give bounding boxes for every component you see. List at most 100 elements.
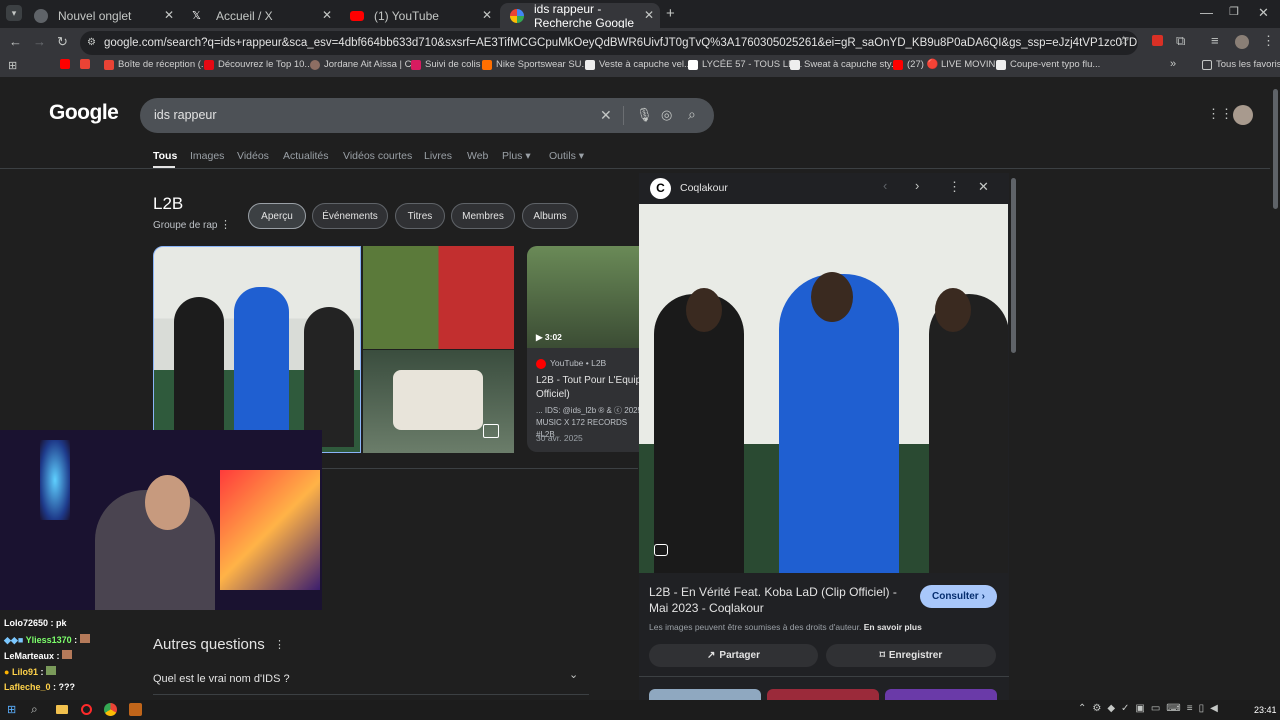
chevron-right-icon[interactable]: » [1170, 58, 1176, 70]
share-button[interactable]: ↗ Partager [649, 644, 818, 667]
bookmark-item[interactable]: Veste à capuche vel... [585, 59, 692, 70]
minimize-icon[interactable]: — [1200, 5, 1213, 20]
bookmark-item[interactable]: Coupe-vent typo flu... [996, 59, 1100, 70]
bookmark-item[interactable]: Suivi de colis [411, 59, 480, 70]
more-options-icon[interactable]: ⋮ [220, 218, 231, 231]
learn-more-link[interactable]: En savoir plus [864, 622, 922, 632]
page-scrollbar[interactable] [1270, 79, 1280, 700]
bookmark-item[interactable]: Nike Sportswear SU... [482, 59, 589, 70]
tab-books[interactable]: Livres [424, 150, 452, 162]
bookmark-item[interactable]: LYCÉE 57 - TOUS LE... [688, 59, 802, 70]
image-search-icon[interactable] [483, 424, 499, 438]
close-icon[interactable]: ✕ [322, 8, 332, 22]
chip-albums[interactable]: Albums [522, 203, 578, 229]
extensions-icon[interactable]: ⧉ [1176, 33, 1185, 49]
forward-icon[interactable]: → [33, 34, 46, 49]
image-title[interactable]: L2B - En Vérité Feat. Koba LaD (Clip Off… [649, 584, 904, 616]
tab-more[interactable]: Plus ▾ [502, 150, 531, 162]
tab-images[interactable]: Images [190, 150, 224, 162]
bookmark-star-icon[interactable]: ☆ [1118, 33, 1130, 49]
clear-icon[interactable]: ✕ [600, 107, 612, 124]
bookmarks-bar: ⊞ Boîte de réception (... Découvrez le T… [0, 56, 1280, 78]
visit-button[interactable]: Consulter › [920, 585, 997, 608]
bookmark-youtube[interactable] [60, 59, 74, 69]
chip-members[interactable]: Membres [451, 203, 515, 229]
search-icon[interactable]: ⌕ [688, 106, 696, 123]
reload-icon[interactable]: ↻ [57, 34, 68, 50]
tab-web[interactable]: Web [467, 150, 488, 162]
google-logo[interactable]: Google [49, 101, 119, 125]
search-icon[interactable]: ⌕ [31, 702, 38, 717]
menu-kebab-icon[interactable]: ⋮ [1262, 33, 1275, 49]
tab-search-icon[interactable]: ▾ [6, 5, 22, 21]
bookmark-square[interactable] [80, 59, 94, 69]
more-options-icon[interactable]: ⋮ [948, 179, 961, 195]
search-box[interactable]: ids rappeur ✕ 🎙 ◎ ⌕ [140, 98, 714, 133]
close-icon[interactable]: ✕ [164, 8, 174, 22]
chat-message: ??? [58, 682, 76, 692]
close-window-icon[interactable]: ✕ [1258, 5, 1269, 21]
related-image[interactable] [767, 689, 879, 700]
bookmark-item[interactable]: Découvrez le Top 10... [204, 59, 312, 70]
video-title[interactable]: L2B - Tout Pour L'Equipe (Clip Officiel) [536, 374, 639, 402]
bookmark-item[interactable]: Boîte de réception (... [104, 59, 209, 70]
chip-events[interactable]: Événements [312, 203, 388, 229]
panel-main-image[interactable] [639, 204, 1008, 573]
chip-overview[interactable]: Aperçu [248, 203, 306, 229]
tab-x-home[interactable]: 𝕏 Accueil / X ✕ [182, 3, 338, 28]
profile-avatar-icon[interactable] [1235, 35, 1249, 49]
address-bar[interactable]: ⚙ google.com/search?q=ids+rappeur&sca_es… [80, 31, 1138, 55]
opera-icon[interactable] [81, 704, 92, 715]
tab-videos[interactable]: Vidéos [237, 150, 269, 162]
close-icon[interactable]: ✕ [482, 8, 492, 22]
chip-tracks[interactable]: Titres [395, 203, 445, 229]
file-explorer-icon[interactable] [56, 705, 68, 714]
chevron-down-icon[interactable]: ⌄ [569, 668, 578, 681]
restore-icon[interactable]: ❐ [1229, 5, 1239, 18]
google-apps-icon[interactable]: ⋮⋮ [1207, 106, 1233, 122]
close-icon[interactable]: ✕ [644, 8, 654, 22]
close-icon[interactable]: ✕ [978, 179, 989, 195]
entity-photo-3[interactable] [363, 350, 514, 453]
app-icon[interactable] [129, 703, 142, 716]
site-info-icon[interactable]: ⚙ [87, 31, 96, 55]
tab-youtube[interactable]: (1) YouTube ✕ [340, 3, 498, 28]
related-image[interactable] [649, 689, 761, 700]
windows-start-icon[interactable]: ⊞ [7, 703, 16, 716]
tab-tools[interactable]: Outils ▾ [549, 150, 584, 162]
chevron-left-icon[interactable]: ‹ [883, 178, 887, 193]
tab-new-tab[interactable]: Nouvel onglet ✕ [24, 3, 180, 28]
extension-red-icon[interactable] [1152, 35, 1163, 46]
tab-google-search[interactable]: ids rappeur - Recherche Google ✕ [500, 2, 660, 30]
scrollbar-thumb[interactable] [1273, 89, 1278, 209]
back-icon[interactable]: ← [9, 34, 22, 49]
chrome-icon[interactable] [104, 703, 117, 716]
all-bookmarks[interactable]: Tous les favoris [1202, 59, 1280, 70]
search-input[interactable]: ids rappeur [154, 108, 217, 122]
entity-main-photo[interactable] [153, 246, 361, 453]
lens-icon[interactable] [654, 544, 668, 556]
microphone-icon[interactable]: 🎙 [636, 107, 653, 123]
tab-short-videos[interactable]: Vidéos courtes [343, 150, 412, 162]
tab-news[interactable]: Actualités [283, 150, 329, 162]
related-image[interactable] [885, 689, 997, 700]
save-button[interactable]: ⌑ Enregistrer [826, 644, 996, 667]
apps-grid-icon[interactable]: ⊞ [8, 59, 17, 72]
panel-scrollbar[interactable] [1011, 178, 1016, 353]
source-name[interactable]: Coqlakour [680, 182, 728, 194]
bookmark-item[interactable]: Sweat à capuche sty... [790, 59, 899, 70]
more-options-icon[interactable]: ⋮ [274, 638, 285, 651]
bookmark-item[interactable]: Jordane Ait Aissa | C... [310, 59, 419, 70]
tab-all[interactable]: Tous [153, 150, 177, 162]
question-item[interactable]: Quel est le vrai nom d'IDS ? ⌄ [153, 669, 589, 687]
chevron-right-icon[interactable]: › [915, 178, 919, 193]
bookmark-item[interactable]: (27) 🔴 LIVE MOVIN... [893, 59, 1003, 70]
entity-photo-2[interactable] [363, 246, 514, 349]
video-card[interactable]: ▶ 3:02 YouTube • L2B L2B - Tout Pour L'E… [527, 246, 639, 452]
new-tab-icon[interactable]: + [666, 5, 675, 22]
lens-camera-icon[interactable]: ◎ [661, 107, 672, 123]
clock[interactable]: 23:41 [1254, 705, 1277, 715]
media-control-icon[interactable]: ≡ [1211, 33, 1219, 48]
tray-icons[interactable]: ⌃⚙◆✓▣▭⌨≡▯◀ [1078, 703, 1224, 714]
account-avatar-icon[interactable] [1233, 105, 1253, 125]
